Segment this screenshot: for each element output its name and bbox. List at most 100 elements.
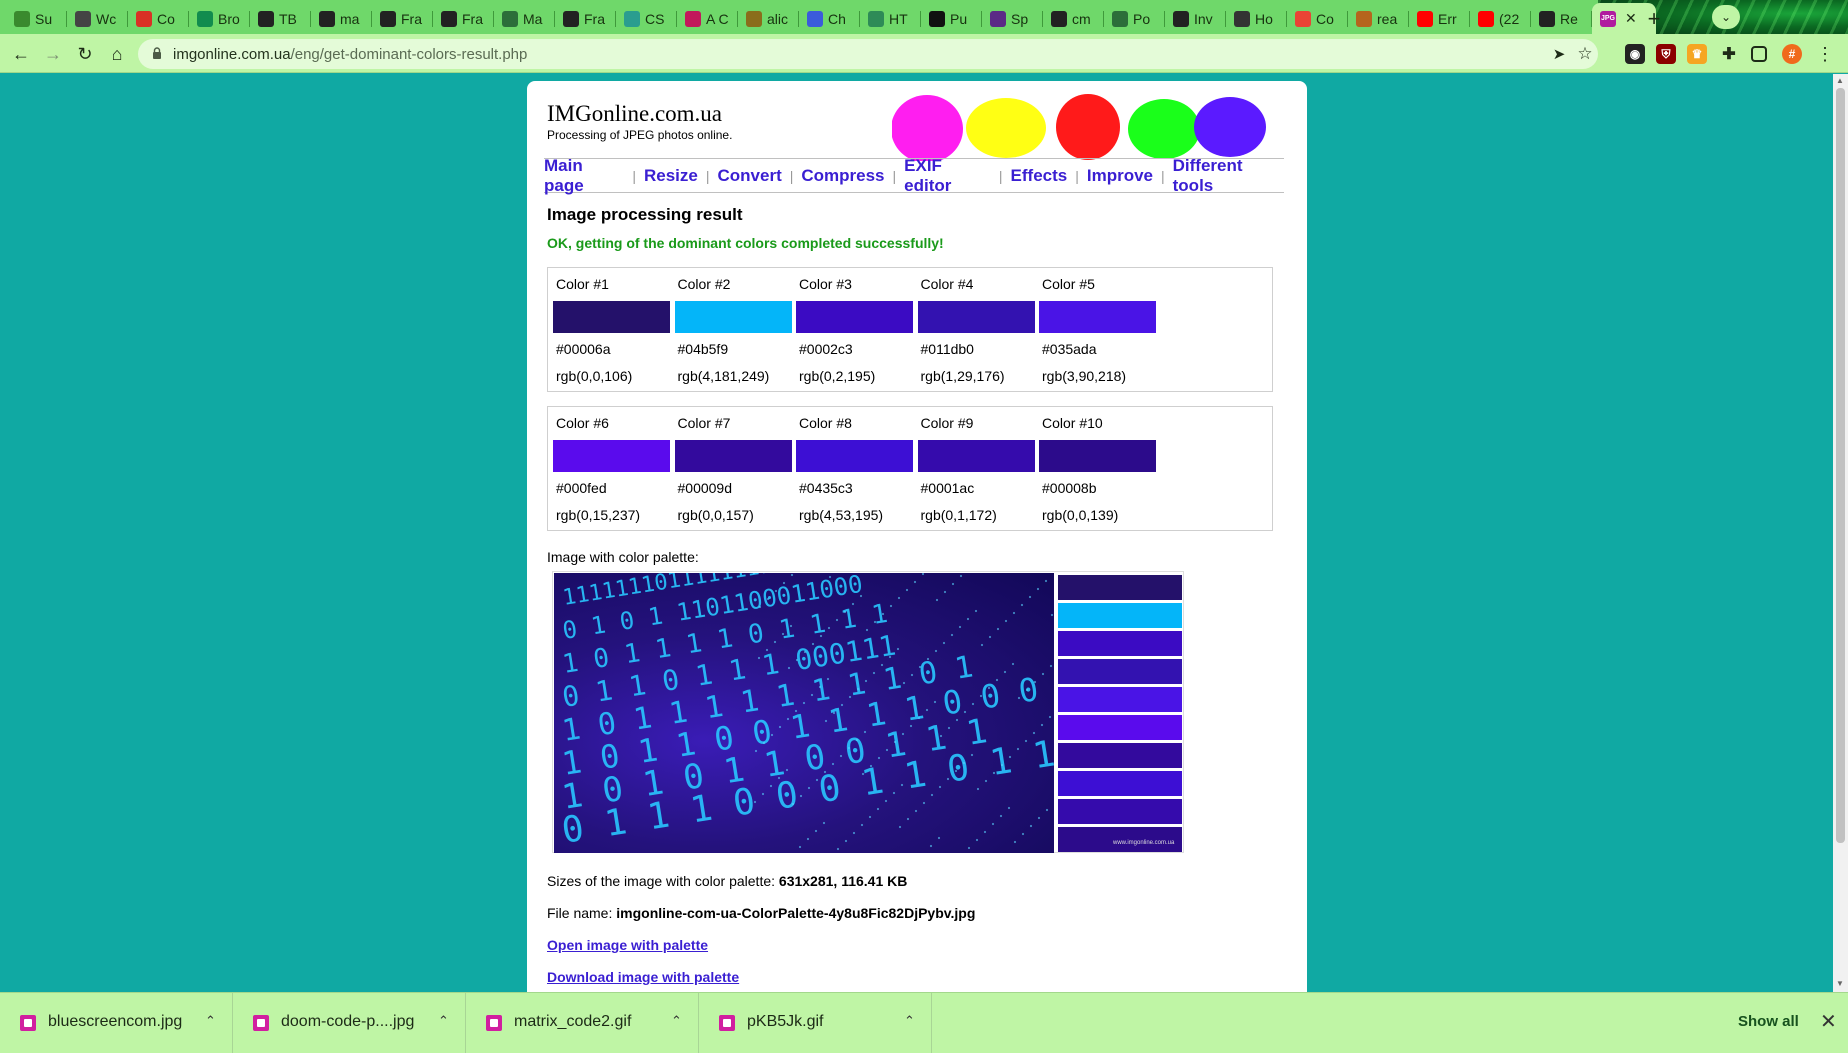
scroll-up-arrow[interactable]: ▲ (1836, 76, 1844, 85)
browser-tab[interactable]: Pu (921, 3, 982, 34)
download-item[interactable]: bluescreencom.jpg ⌃ (0, 993, 233, 1053)
profile-avatar[interactable]: # (1782, 44, 1802, 64)
close-icon[interactable]: ✕ (1820, 1009, 1837, 1034)
tab-title: CS (645, 10, 665, 27)
nav-link[interactable]: Resize (644, 166, 698, 186)
bookmark-star-icon[interactable]: ☆ (1572, 41, 1598, 67)
glow-dot (790, 573, 794, 577)
vertical-scrollbar[interactable]: ▲ ▼ (1833, 74, 1848, 992)
glow-dot (1012, 611, 1016, 615)
extensions-puzzle-icon[interactable]: ✚ (1719, 44, 1739, 64)
close-tab-icon[interactable]: ✕ (1625, 10, 1637, 27)
chevron-up-icon[interactable]: ⌃ (671, 1013, 682, 1029)
browser-tab[interactable]: Co (128, 3, 189, 34)
glow-dot (922, 801, 926, 805)
browser-tab[interactable]: A C (677, 3, 738, 34)
new-tab-button[interactable]: + (1640, 5, 1668, 33)
glow-dot (889, 604, 893, 608)
download-item[interactable]: matrix_code2.gif ⌃ (466, 993, 699, 1053)
browser-tab[interactable]: HT (860, 3, 921, 34)
glow-dot (777, 776, 781, 780)
forward-icon[interactable]: → (40, 41, 66, 67)
glow-dot (938, 785, 942, 789)
glow-dot (1040, 723, 1044, 727)
glow-dot (795, 658, 799, 662)
download-image-link[interactable]: Download image with palette (547, 969, 739, 985)
browser-tab[interactable]: Po (1104, 3, 1165, 34)
nav-link[interactable]: Effects (1011, 166, 1068, 186)
menu-kebab-icon[interactable]: ⋮ (1812, 41, 1838, 67)
browser-tab[interactable]: Fra (433, 3, 494, 34)
glow-dot (992, 771, 996, 775)
nav-link[interactable]: Compress (801, 166, 884, 186)
browser-tab[interactable]: Co (1287, 3, 1348, 34)
logo-blob (1056, 94, 1120, 160)
show-all-button[interactable]: Show all (1738, 1013, 1799, 1030)
glow-dot (951, 582, 955, 586)
send-icon[interactable]: ➤ (1546, 41, 1572, 67)
home-icon[interactable]: ⌂ (104, 41, 130, 67)
glow-dot (1021, 832, 1025, 836)
glow-dot (974, 609, 978, 613)
glow-dot (753, 800, 757, 804)
nav-link[interactable]: EXIF editor (904, 156, 991, 196)
color-hex: #011db0 (920, 341, 974, 357)
browser-tab[interactable]: ma (311, 3, 372, 34)
chevron-up-icon[interactable]: ⌃ (904, 1013, 915, 1029)
nav-link[interactable]: Convert (718, 166, 782, 186)
palette-strip (1058, 575, 1182, 600)
open-image-link[interactable]: Open image with palette (547, 937, 708, 953)
chevron-up-icon[interactable]: ⌃ (205, 1013, 216, 1029)
browser-tab[interactable]: CS (616, 3, 677, 34)
browser-tab[interactable]: Ho (1226, 3, 1287, 34)
address-bar[interactable]: imgonline.com.ua/eng/get-dominant-colors… (138, 39, 1598, 69)
tab-title: alic (767, 10, 789, 27)
extension-ghostery-icon[interactable]: ◉ (1625, 44, 1645, 64)
browser-tab[interactable]: Re (1531, 3, 1592, 34)
browser-tab[interactable]: TB (250, 3, 311, 34)
download-item[interactable]: pKB5Jk.gif ⌃ (699, 993, 932, 1053)
browser-tab[interactable]: Err (1409, 3, 1470, 34)
download-filename: doom-code-p....jpg (281, 1013, 415, 1030)
tab-title: Co (157, 10, 175, 27)
site-title[interactable]: IMGonline.com.ua (547, 101, 722, 127)
glow-dot (836, 847, 840, 851)
browser-tab[interactable]: Su (6, 3, 67, 34)
download-item[interactable]: doom-code-p....jpg ⌃ (233, 993, 466, 1053)
scroll-down-arrow[interactable]: ▼ (1836, 979, 1844, 988)
browser-tab[interactable]: Ch (799, 3, 860, 34)
tab-title: TB (279, 10, 297, 27)
browser-tab[interactable]: Wc (67, 3, 128, 34)
browser-tab[interactable]: (22 (1470, 3, 1531, 34)
extension-ublock-icon[interactable]: ⛨ (1656, 44, 1676, 64)
nav-separator: | (892, 167, 897, 184)
logo-blob (892, 95, 963, 161)
browser-tab[interactable]: rea (1348, 3, 1409, 34)
glow-dot (954, 769, 958, 773)
browser-tab[interactable]: Fra (555, 3, 616, 34)
tab-search-button[interactable]: ⌄ (1712, 5, 1740, 29)
palette-image[interactable]: 1111111011111111 0 1 0 1 1101100011000 1 0… (552, 571, 1184, 853)
nav-link[interactable]: Improve (1087, 166, 1153, 186)
palette-strip (1058, 715, 1182, 740)
reload-icon[interactable]: ↻ (72, 41, 98, 67)
back-icon[interactable]: ← (8, 41, 34, 67)
browser-tab[interactable]: cm (1043, 3, 1104, 34)
color-cell: Color #5 #035ada rgb(3,90,218) (1034, 268, 1177, 393)
browser-tab[interactable]: alic (738, 3, 799, 34)
browser-tab[interactable]: Ma (494, 3, 555, 34)
glow-dot (1020, 603, 1024, 607)
nav-link[interactable]: Different tools (1173, 156, 1284, 196)
browser-tab[interactable]: Inv (1165, 3, 1226, 34)
chevron-up-icon[interactable]: ⌃ (438, 1013, 449, 1029)
scrollbar-thumb[interactable] (1836, 88, 1845, 843)
browser-tab[interactable]: Sp (982, 3, 1043, 34)
extension-brave-icon[interactable]: ♛ (1687, 44, 1707, 64)
color-swatch (796, 440, 913, 472)
browser-tab[interactable]: Fra (372, 3, 433, 34)
glow-dot (828, 575, 832, 579)
side-panel-icon[interactable] (1751, 46, 1767, 62)
glow-dot (987, 686, 991, 690)
nav-link[interactable]: Main page (544, 156, 624, 196)
browser-tab[interactable]: Bro (189, 3, 250, 34)
